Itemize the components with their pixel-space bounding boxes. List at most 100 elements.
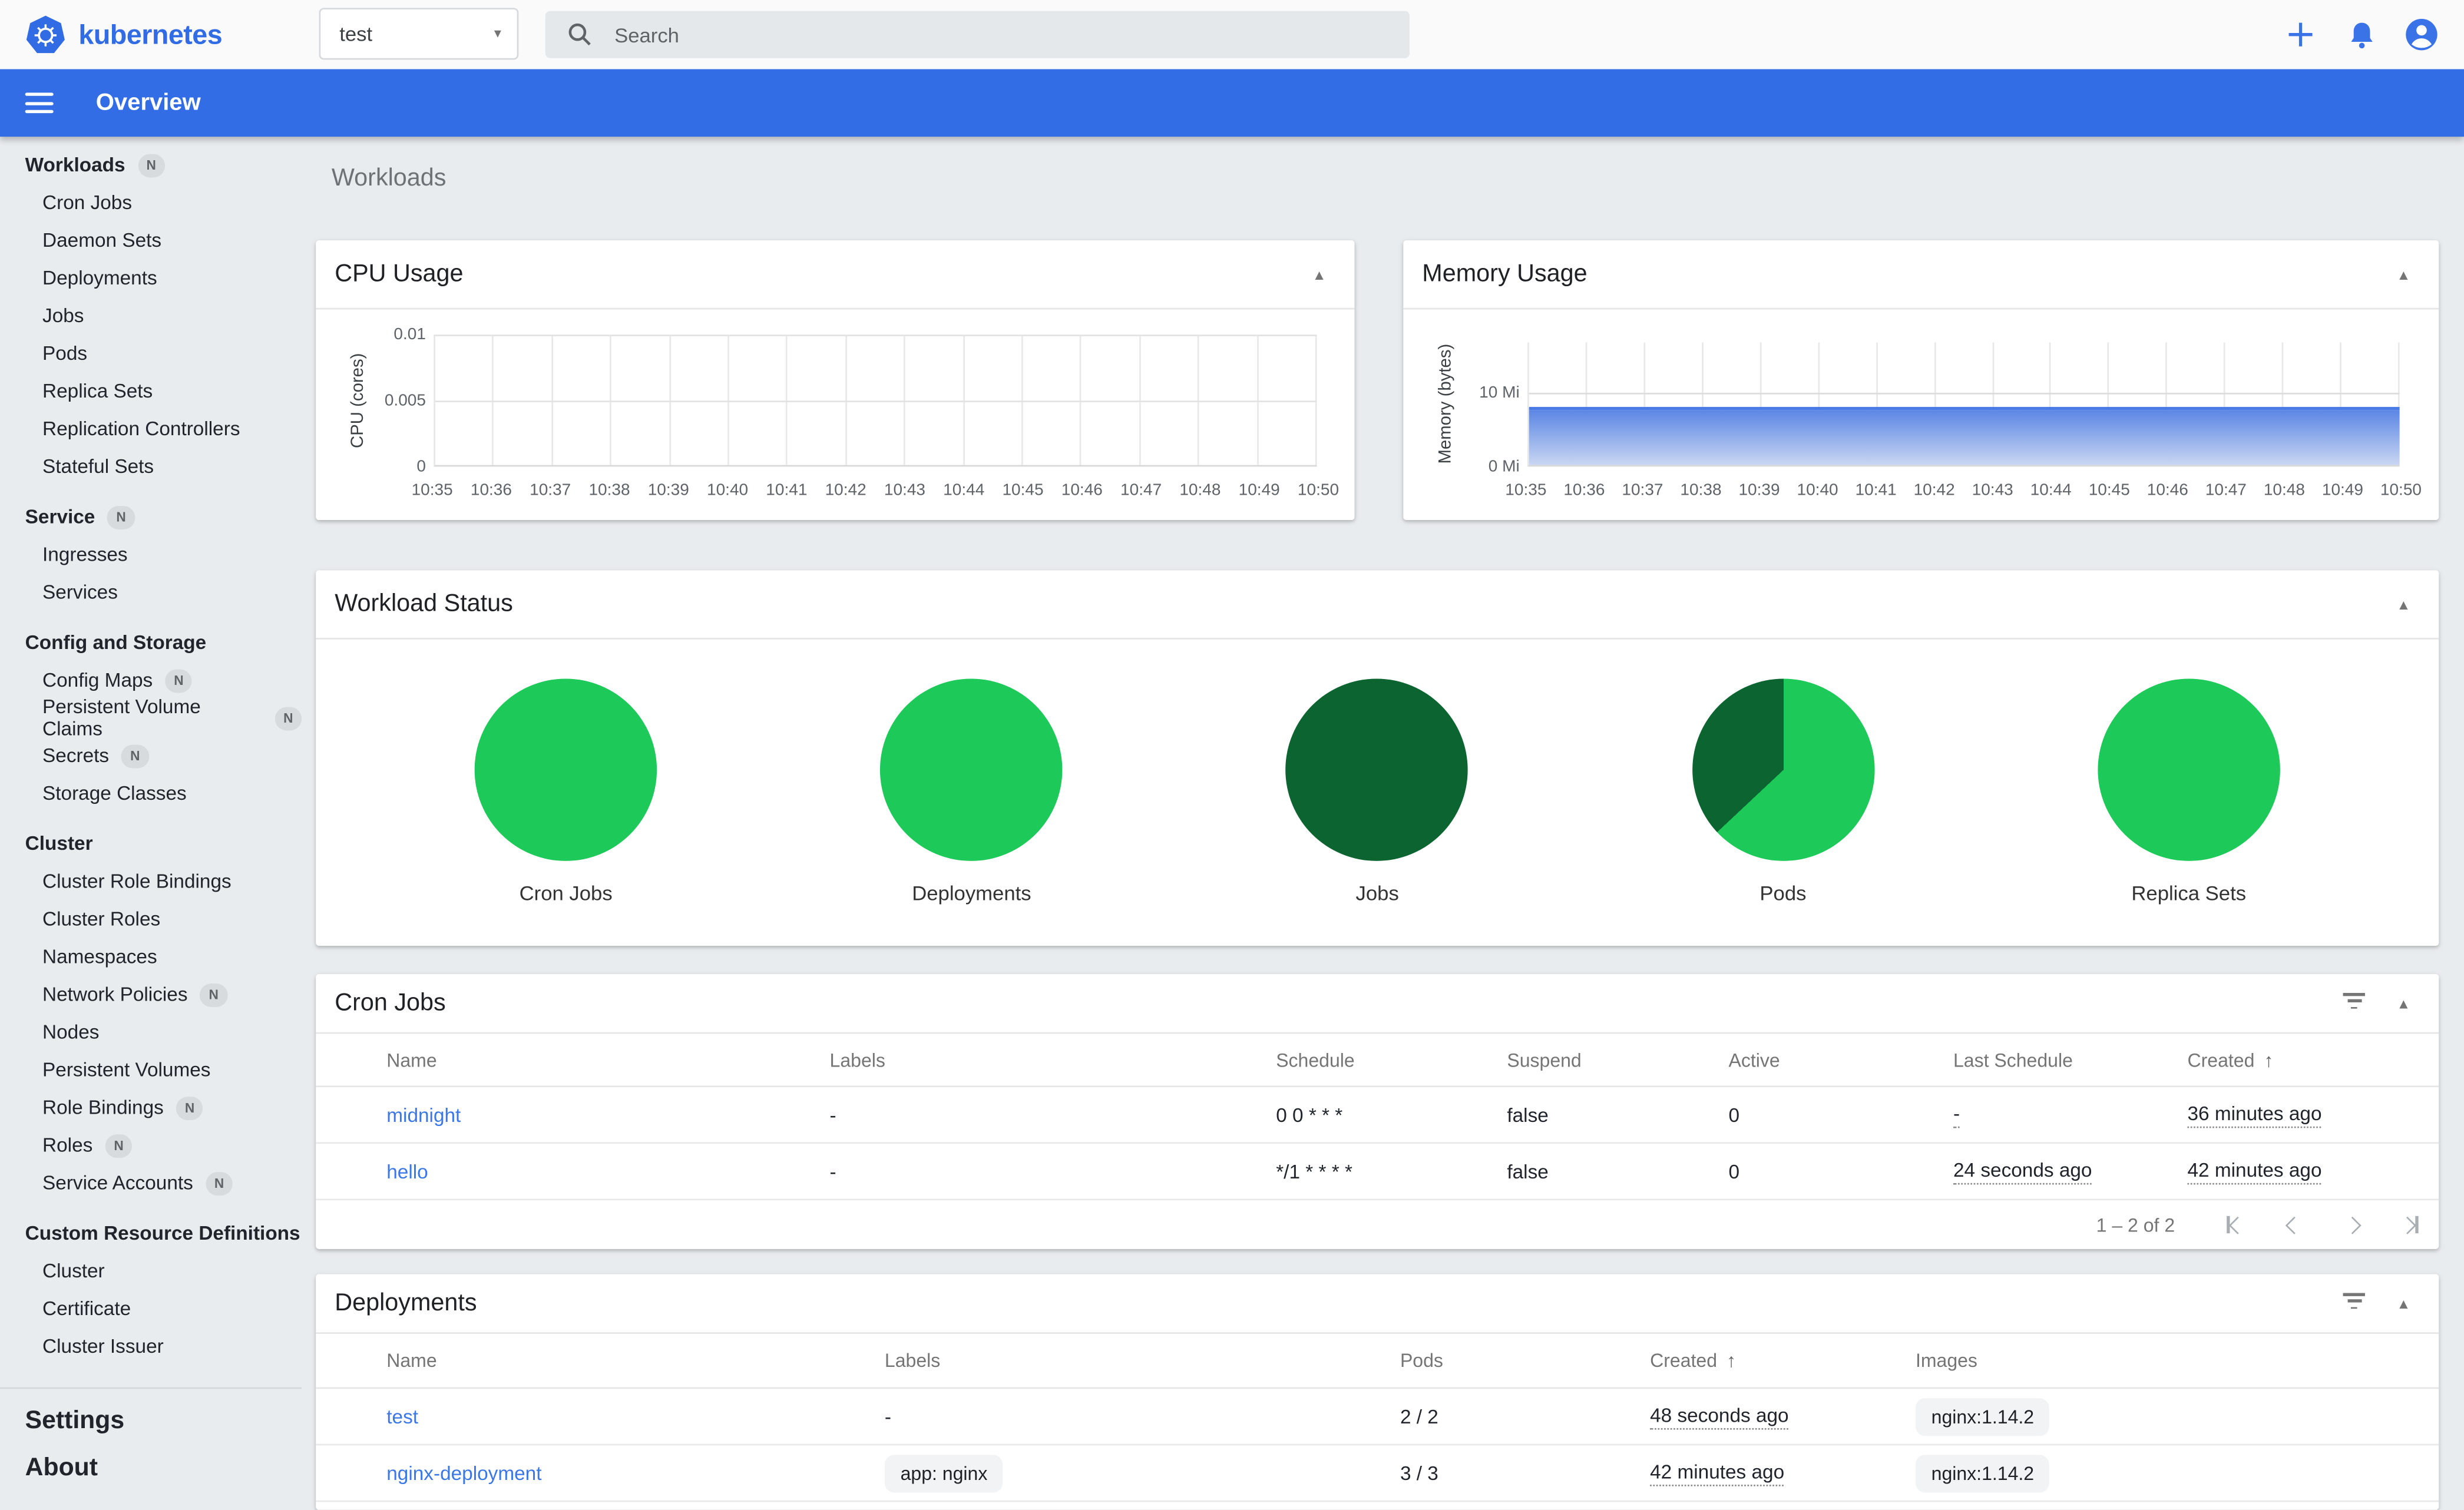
cronjob-name-link[interactable]: midnight xyxy=(386,1104,461,1125)
status-pie: Cron Jobs xyxy=(448,678,684,905)
deployment-name-link[interactable]: test xyxy=(386,1405,418,1427)
sidebar-item[interactable]: Daemon Sets xyxy=(0,221,302,259)
namespace-select[interactable]: test ▾ xyxy=(319,8,519,60)
col-schedule: Schedule xyxy=(1276,1048,1355,1071)
cell-created: 36 minutes ago xyxy=(2187,1102,2322,1128)
memory-xtick: 10:38 xyxy=(1680,481,1722,500)
col-created-sort[interactable]: Created ↑ xyxy=(1642,1350,1908,1372)
sidebar-item-label: Persistent Volumes xyxy=(42,1059,211,1081)
sidebar-item[interactable]: Namespaces xyxy=(0,938,302,976)
account-button[interactable] xyxy=(2405,17,2439,52)
sidebar-section-header[interactable]: Config and Storage xyxy=(0,624,302,661)
sidebar-item[interactable]: Ingresses xyxy=(0,536,302,574)
col-name: Name xyxy=(386,1048,437,1071)
cpu-xtick: 10:35 xyxy=(411,481,453,500)
memory-usage-card: Memory Usage ▲ 10 Mi 0 Mi Memory (bytes) xyxy=(1403,240,2439,521)
sidebar-item[interactable]: Replica Sets xyxy=(0,372,302,410)
sidebar-footer-item[interactable]: About xyxy=(0,1449,302,1489)
sidebar-item-label: Daemon Sets xyxy=(42,229,162,251)
sidebar-item[interactable]: Deployments xyxy=(0,259,302,297)
collapse-icon[interactable]: ▲ xyxy=(2390,260,2417,289)
sidebar-item[interactable]: Cluster xyxy=(0,1252,302,1290)
add-resource-button[interactable] xyxy=(2283,17,2318,52)
cpu-y-axis-label: CPU (cores) xyxy=(349,353,368,448)
last-page-button[interactable] xyxy=(2381,1206,2439,1243)
sidebar-item[interactable]: Stateful Sets xyxy=(0,448,302,485)
sidebar-item[interactable]: Replication Controllers xyxy=(0,410,302,448)
kubernetes-logo[interactable]: kubernetes xyxy=(25,14,223,57)
sidebar-item[interactable]: Persistent Volumes xyxy=(0,1051,302,1089)
deployments-card: Deployments ▲ Name Labels Pods Created ↑… xyxy=(316,1274,2439,1510)
cpu-xtick: 10:50 xyxy=(1297,481,1340,500)
cpu-xtick: 10:48 xyxy=(1179,481,1221,500)
main-panel: Workloads CPU Usage ▲ 0.01 0.005 0 CPU (… xyxy=(316,137,2439,1510)
sidebar-section-label: Config and Storage xyxy=(25,631,207,654)
sidebar-item[interactable]: Persistent Volume Claims N xyxy=(0,696,302,740)
cronjob-name-link[interactable]: hello xyxy=(386,1160,428,1182)
collapse-icon[interactable]: ▲ xyxy=(2390,989,2417,1017)
sidebar-section-header[interactable]: Workloads N xyxy=(0,146,302,184)
new-badge: N xyxy=(176,1095,203,1120)
cpu-xtick: 10:44 xyxy=(943,481,985,500)
sidebar-section-header[interactable]: Custom Resource Definitions xyxy=(0,1214,302,1252)
sidebar-item[interactable]: Secrets N xyxy=(0,737,302,774)
sidebar-section-header[interactable]: Cluster xyxy=(0,825,302,863)
collapse-icon[interactable]: ▲ xyxy=(2390,590,2417,618)
notifications-button[interactable] xyxy=(2344,17,2379,52)
status-pie: Deployments xyxy=(854,678,1089,905)
col-pods: Pods xyxy=(1400,1349,1443,1372)
cell-active: 0 xyxy=(1728,1160,1740,1183)
sidebar-footer-item[interactable]: Settings xyxy=(0,1402,302,1442)
cpu-xtick: 10:42 xyxy=(825,481,866,500)
sidebar-item[interactable]: Cluster Issuer xyxy=(0,1327,302,1365)
deployment-name-link[interactable]: nginx-deployment xyxy=(386,1462,541,1483)
sidebar-item[interactable]: Cluster Role Bindings xyxy=(0,863,302,900)
sidebar-item[interactable]: Cron Jobs xyxy=(0,184,302,221)
collapse-icon[interactable]: ▲ xyxy=(1306,260,1332,289)
menu-button[interactable] xyxy=(25,92,54,114)
sidebar-item[interactable]: Jobs xyxy=(0,297,302,335)
pie-chart xyxy=(1286,678,1469,861)
sidebar-item[interactable]: Services xyxy=(0,574,302,611)
new-badge: N xyxy=(105,1133,133,1157)
next-page-button[interactable] xyxy=(2323,1206,2381,1243)
cpu-xtick: 10:46 xyxy=(1061,481,1103,500)
filter-icon[interactable] xyxy=(2340,990,2368,1016)
cell-labels: - xyxy=(884,1405,892,1428)
sidebar-item-label: Cluster xyxy=(42,1260,105,1282)
sidebar-item[interactable]: Cluster Roles xyxy=(0,900,302,938)
sidebar-item[interactable]: Roles N xyxy=(0,1127,302,1164)
app-bar: Overview xyxy=(0,69,2464,137)
cell-created: 42 minutes ago xyxy=(1650,1461,1785,1486)
cell-pods: 2 / 2 xyxy=(1400,1405,1438,1428)
search-input[interactable] xyxy=(611,21,1410,48)
sidebar-item-label: Cluster Roles xyxy=(42,908,161,930)
sidebar-item-label: Replica Sets xyxy=(42,380,153,402)
workload-status-title: Workload Status xyxy=(335,590,513,617)
col-last-schedule: Last Schedule xyxy=(1953,1048,2073,1071)
sidebar-item[interactable]: Storage Classes xyxy=(0,774,302,812)
cell-last-schedule: - xyxy=(1953,1102,1960,1128)
table-row: midnight - 0 0 * * * false 0 - 36 minute… xyxy=(316,1087,2439,1144)
sidebar-item[interactable]: Pods xyxy=(0,335,302,372)
previous-page-button[interactable] xyxy=(2264,1206,2323,1243)
sidebar-section-header[interactable]: Service N xyxy=(0,498,302,536)
pie-chart xyxy=(1692,678,1874,861)
new-badge: N xyxy=(274,706,302,730)
sidebar-item[interactable]: Service Accounts N xyxy=(0,1164,302,1202)
sidebar-item[interactable]: Role Bindings N xyxy=(0,1089,302,1127)
sidebar-item[interactable]: Config Maps N xyxy=(0,661,302,699)
collapse-icon[interactable]: ▲ xyxy=(2390,1289,2417,1317)
sidebar-item[interactable]: Certificate xyxy=(0,1290,302,1327)
sidebar-item[interactable]: Nodes xyxy=(0,1014,302,1051)
cron-jobs-table-body: midnight - 0 0 * * * false 0 - 36 minute… xyxy=(316,1087,2439,1201)
pagination-range: 1 – 2 of 2 xyxy=(2096,1213,2175,1236)
filter-icon[interactable] xyxy=(2340,1290,2368,1316)
memory-usage-area-series xyxy=(1529,406,2400,465)
memory-xtick: 10:35 xyxy=(1505,481,1547,500)
charts-row: CPU Usage ▲ 0.01 0.005 0 CPU (cores) 10:… xyxy=(316,240,2439,521)
first-page-button[interactable] xyxy=(2206,1206,2264,1243)
col-created-sort[interactable]: Created ↑ xyxy=(2179,1049,2359,1071)
cron-jobs-card: Cron Jobs ▲ Name Labels Schedule Suspend… xyxy=(316,973,2439,1249)
sidebar-item[interactable]: Network Policies N xyxy=(0,976,302,1014)
